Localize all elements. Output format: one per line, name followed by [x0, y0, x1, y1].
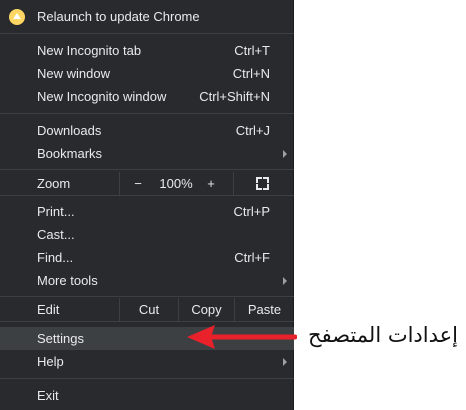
zoom-out-button[interactable]: −: [128, 172, 148, 195]
submenu-arrow-icon: [283, 276, 287, 285]
new-incognito-window-item[interactable]: New Incognito window Ctrl+Shift+N: [0, 85, 294, 108]
downloads-shortcut: Ctrl+J: [235, 123, 270, 138]
divider: [0, 169, 294, 170]
find-label: Find...: [37, 250, 74, 265]
help-label: Help: [37, 354, 64, 369]
zoom-level: 100%: [159, 176, 193, 191]
exit-label: Exit: [37, 388, 59, 403]
print-label: Print...: [37, 204, 75, 219]
new-window-label: New window: [37, 66, 110, 81]
divider: [0, 113, 294, 114]
help-item[interactable]: Help: [0, 350, 294, 373]
submenu-arrow-icon: [283, 357, 287, 366]
new-incognito-tab-item[interactable]: New Incognito tab Ctrl+T: [0, 39, 294, 62]
print-shortcut: Ctrl+P: [233, 204, 270, 219]
arrow-head: [187, 325, 215, 349]
zoom-label: Zoom: [37, 176, 71, 191]
new-incognito-window-label: New Incognito window: [37, 89, 167, 104]
divider: [119, 172, 120, 195]
more-tools-item[interactable]: More tools: [0, 269, 294, 292]
annotation-arrow-icon: [187, 325, 297, 349]
bookmarks-label: Bookmarks: [37, 146, 103, 161]
new-window-shortcut: Ctrl+N: [232, 66, 270, 81]
print-item[interactable]: Print... Ctrl+P: [0, 200, 294, 223]
relaunch-item[interactable]: Relaunch to update Chrome: [0, 5, 294, 28]
edit-row: Edit Cut Copy Paste: [0, 298, 294, 321]
zoom-row: Zoom − 100% +: [0, 172, 294, 195]
find-shortcut: Ctrl+F: [234, 250, 270, 265]
paste-button[interactable]: Paste: [235, 298, 294, 321]
find-item[interactable]: Find... Ctrl+F: [0, 246, 294, 269]
settings-label: Settings: [37, 331, 84, 346]
more-tools-label: More tools: [37, 273, 98, 288]
downloads-label: Downloads: [37, 123, 102, 138]
zoom-in-button[interactable]: +: [202, 172, 220, 195]
cast-label: Cast...: [37, 227, 75, 242]
divider: [0, 378, 294, 379]
update-arrow-icon: [9, 8, 25, 25]
bookmarks-item[interactable]: Bookmarks: [0, 142, 294, 165]
downloads-item[interactable]: Downloads Ctrl+J: [0, 119, 294, 142]
relaunch-label: Relaunch to update Chrome: [37, 9, 200, 24]
new-incognito-tab-shortcut: Ctrl+T: [234, 43, 270, 58]
copy-button[interactable]: Copy: [179, 298, 234, 321]
divider: [233, 172, 234, 195]
new-incognito-window-shortcut: Ctrl+Shift+N: [199, 89, 270, 104]
new-window-item[interactable]: New window Ctrl+N: [0, 62, 294, 85]
annotation-text: إعدادات المتصفح: [308, 323, 458, 347]
cast-item[interactable]: Cast...: [0, 223, 294, 246]
cut-button[interactable]: Cut: [120, 298, 178, 321]
submenu-arrow-icon: [283, 149, 287, 158]
divider: [0, 195, 294, 196]
edit-label: Edit: [37, 302, 60, 317]
exit-item[interactable]: Exit: [0, 384, 294, 407]
fullscreen-icon[interactable]: [256, 177, 269, 190]
new-incognito-tab-label: New Incognito tab: [37, 43, 142, 58]
divider: [0, 33, 294, 34]
divider: [0, 296, 294, 297]
